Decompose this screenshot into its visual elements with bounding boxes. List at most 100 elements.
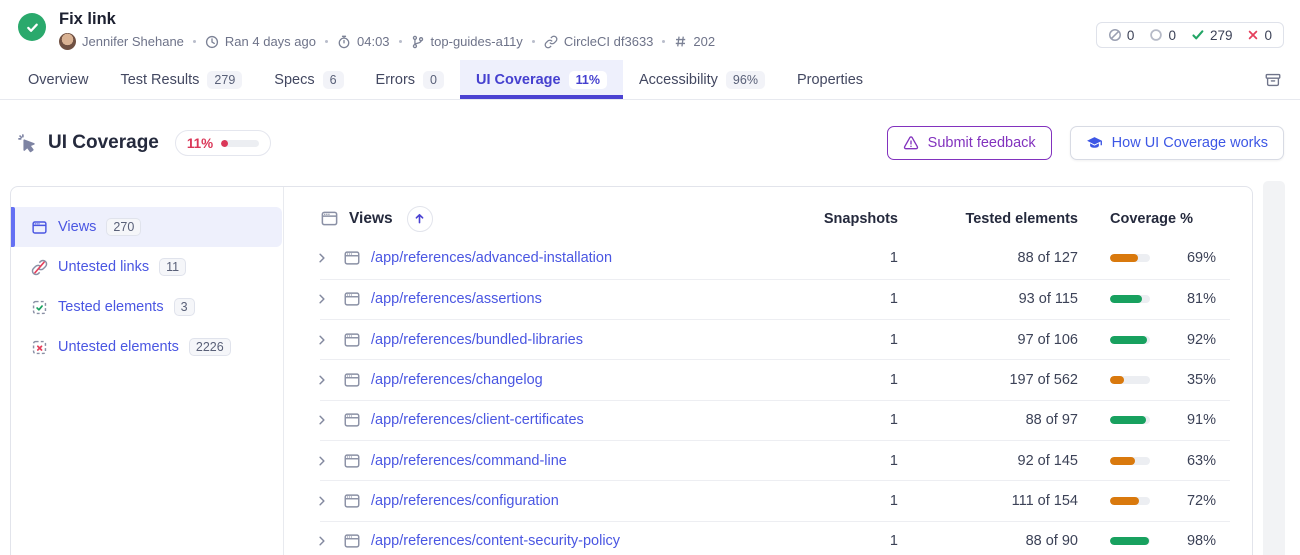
- tab-badge: 6: [323, 71, 344, 89]
- table-row[interactable]: /app/references/client-certificates 1 88…: [320, 400, 1230, 440]
- coverage-percent: 72%: [1150, 493, 1230, 509]
- view-link[interactable]: /app/references/configuration: [371, 493, 559, 509]
- tab-badge: 279: [207, 71, 242, 89]
- x-icon: [1247, 29, 1259, 41]
- scrollbar-track[interactable]: [1263, 181, 1285, 555]
- tab-test-results[interactable]: Test Results279: [104, 60, 258, 99]
- view-link[interactable]: /app/references/bundled-libraries: [371, 332, 583, 348]
- chevron-right-icon[interactable]: [311, 455, 333, 467]
- sidebar-item-views[interactable]: Views 270: [11, 207, 282, 247]
- chevron-right-icon[interactable]: [311, 252, 333, 264]
- view-link[interactable]: /app/references/changelog: [371, 372, 543, 388]
- coverage-percent: 98%: [1150, 533, 1230, 549]
- run-ci: CircleCI df3633: [544, 34, 654, 49]
- view-link[interactable]: /app/references/command-line: [371, 453, 567, 469]
- browser-icon: [30, 219, 48, 236]
- snapshots-value: 1: [778, 332, 898, 348]
- separator-dot: [532, 40, 535, 43]
- chevron-right-icon[interactable]: [311, 414, 333, 426]
- snapshots-value: 1: [778, 412, 898, 428]
- tab-errors[interactable]: Errors0: [360, 60, 460, 99]
- table-row[interactable]: /app/references/advanced-installation 1 …: [320, 238, 1230, 278]
- chevron-right-icon[interactable]: [311, 334, 333, 346]
- cursor-click-icon: [16, 132, 38, 154]
- check-icon: [1191, 28, 1205, 42]
- sidebar-item-untested-links[interactable]: Untested links 11: [11, 247, 282, 287]
- hash-icon: [674, 35, 687, 48]
- browser-icon: [343, 452, 361, 470]
- tested-elements-value: 93 of 115: [898, 291, 1078, 307]
- sort-ascending-button[interactable]: [407, 206, 433, 232]
- link-icon: [544, 35, 558, 49]
- coverage-cell: 63%: [1078, 453, 1230, 469]
- browser-icon: [320, 209, 339, 228]
- coverage-percent: 69%: [1150, 250, 1230, 266]
- tab-accessibility[interactable]: Accessibility96%: [623, 60, 781, 99]
- view-link[interactable]: /app/references/assertions: [371, 291, 542, 307]
- separator-dot: [662, 40, 665, 43]
- snapshots-value: 1: [778, 291, 898, 307]
- tested-elements-value: 88 of 97: [898, 412, 1078, 428]
- separator-dot: [193, 40, 196, 43]
- tab-overview[interactable]: Overview: [12, 60, 104, 99]
- column-header-snapshots: Snapshots: [778, 211, 898, 227]
- browser-icon: [343, 290, 361, 308]
- count-badge: 2226: [189, 338, 231, 356]
- git-branch-icon: [411, 35, 425, 49]
- tab-badge: 11%: [569, 71, 607, 89]
- run-branch: top-guides-a11y: [411, 34, 523, 49]
- table-row[interactable]: /app/references/changelog 1 197 of 562 3…: [320, 359, 1230, 399]
- browser-icon: [343, 249, 361, 267]
- coverage-percent: 63%: [1150, 453, 1230, 469]
- table-row[interactable]: /app/references/command-line 1 92 of 145…: [320, 440, 1230, 480]
- untested-element-icon: [30, 339, 48, 356]
- tab-badge: 0: [423, 71, 444, 89]
- chevron-right-icon[interactable]: [311, 374, 333, 386]
- sidebar-item-tested-elements[interactable]: Tested elements 3: [11, 287, 282, 327]
- avatar: [59, 33, 76, 50]
- run-tabs: Overview Test Results279 Specs6 Errors0 …: [0, 60, 1300, 100]
- sidebar-item-untested-elements[interactable]: Untested elements 2226: [11, 327, 282, 367]
- stopwatch-icon: [337, 35, 351, 49]
- separator-dot: [399, 40, 402, 43]
- ui-coverage-section-header: UI Coverage 11% Submit feedback How UI C…: [0, 100, 1300, 186]
- run-header: Fix link Jennifer Shehane Ran 4 days ago: [0, 0, 1300, 60]
- tested-elements-value: 92 of 145: [898, 453, 1078, 469]
- coverage-cell: 91%: [1078, 412, 1230, 428]
- submit-feedback-button[interactable]: Submit feedback: [887, 126, 1052, 160]
- tested-elements-value: 88 of 90: [898, 533, 1078, 549]
- chevron-right-icon[interactable]: [311, 293, 333, 305]
- table-row[interactable]: /app/references/configuration 1 111 of 1…: [320, 480, 1230, 520]
- view-link[interactable]: /app/references/content-security-policy: [371, 533, 620, 549]
- table-row[interactable]: /app/references/content-security-policy …: [320, 521, 1230, 555]
- tab-ui-coverage[interactable]: UI Coverage11%: [460, 60, 623, 99]
- chevron-right-icon[interactable]: [311, 495, 333, 507]
- tabbar-spacer: [879, 60, 1260, 99]
- tested-elements-value: 197 of 562: [898, 372, 1078, 388]
- how-ui-coverage-works-button[interactable]: How UI Coverage works: [1070, 126, 1284, 160]
- tab-specs[interactable]: Specs6: [258, 60, 359, 99]
- tab-badge: 96%: [726, 71, 765, 89]
- coverage-bar: [1110, 376, 1150, 384]
- chevron-right-icon[interactable]: [311, 535, 333, 547]
- count-badge: 11: [159, 258, 186, 276]
- tab-properties[interactable]: Properties: [781, 60, 879, 99]
- coverage-percent: 91%: [1150, 412, 1230, 428]
- run-duration: 04:03: [337, 34, 390, 49]
- view-link[interactable]: /app/references/advanced-installation: [371, 250, 612, 266]
- coverage-score-value: 11%: [187, 136, 213, 151]
- view-link[interactable]: /app/references/client-certificates: [371, 412, 584, 428]
- separator-dot: [325, 40, 328, 43]
- run-author: Jennifer Shehane: [59, 33, 184, 50]
- archive-icon[interactable]: [1260, 67, 1286, 93]
- run-passed-status-icon: [18, 13, 46, 41]
- run-build-number: 202: [674, 34, 715, 49]
- graduation-cap-icon: [1086, 135, 1103, 152]
- coverage-bar: [1110, 295, 1150, 303]
- browser-icon: [343, 371, 361, 389]
- coverage-bar: [1110, 336, 1150, 344]
- table-row[interactable]: /app/references/assertions 1 93 of 115 8…: [320, 279, 1230, 319]
- test-result-counts: 0 0 279 0: [1096, 22, 1284, 48]
- coverage-bar: [1110, 457, 1150, 465]
- table-row[interactable]: /app/references/bundled-libraries 1 97 o…: [320, 319, 1230, 359]
